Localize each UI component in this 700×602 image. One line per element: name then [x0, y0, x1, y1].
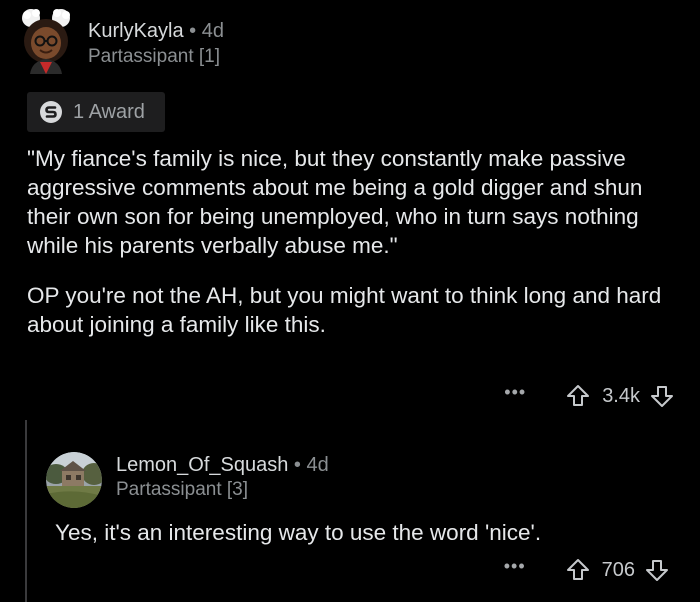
comment-body: "My fiance's family is nice, but they co…	[27, 144, 687, 339]
separator-dot: •	[293, 454, 301, 476]
award-icon	[40, 101, 62, 123]
downvote-icon[interactable]	[650, 384, 674, 408]
user-flair: Partassipant [1]	[88, 46, 221, 67]
reply-author-name[interactable]: Lemon_Of_Squash	[116, 454, 288, 476]
reply-user-flair: Partassipant [3]	[116, 479, 249, 500]
user-avatar-lemon-of-squash[interactable]	[46, 452, 102, 508]
user-avatar-kurlykayla[interactable]	[18, 6, 74, 74]
award-badge[interactable]: 1 Award	[27, 92, 165, 132]
separator-dot: •	[189, 20, 197, 42]
comment-age: 4d	[201, 20, 224, 42]
comment-paragraph: "My fiance's family is nice, but they co…	[27, 146, 643, 258]
upvote-icon[interactable]	[566, 384, 590, 408]
top-comment: KurlyKayla • 4d Partassipant [1] 1 Award…	[0, 0, 700, 602]
author-name[interactable]: KurlyKayla	[88, 20, 184, 42]
comment-actions: ••• 3.4k	[504, 382, 674, 408]
downvote-icon[interactable]	[645, 558, 669, 582]
reply-body: Yes, it's an interesting way to use the …	[55, 520, 542, 545]
vote-score: 3.4k	[602, 384, 640, 407]
comment-paragraph: OP you're not the AH, but you might want…	[27, 283, 662, 337]
reply-age: 4d	[306, 454, 329, 476]
more-options-button[interactable]: •••	[504, 382, 526, 403]
reply-author-line: Lemon_Of_Squash • 4d	[116, 453, 329, 477]
thread-line[interactable]	[25, 420, 27, 602]
more-options-button[interactable]: •••	[504, 556, 526, 577]
upvote-icon[interactable]	[566, 558, 590, 582]
reply-actions: ••• 706	[504, 556, 669, 582]
award-label: 1 Award	[73, 100, 145, 123]
vote-score: 706	[601, 558, 635, 581]
author-line: KurlyKayla • 4d	[88, 19, 224, 43]
